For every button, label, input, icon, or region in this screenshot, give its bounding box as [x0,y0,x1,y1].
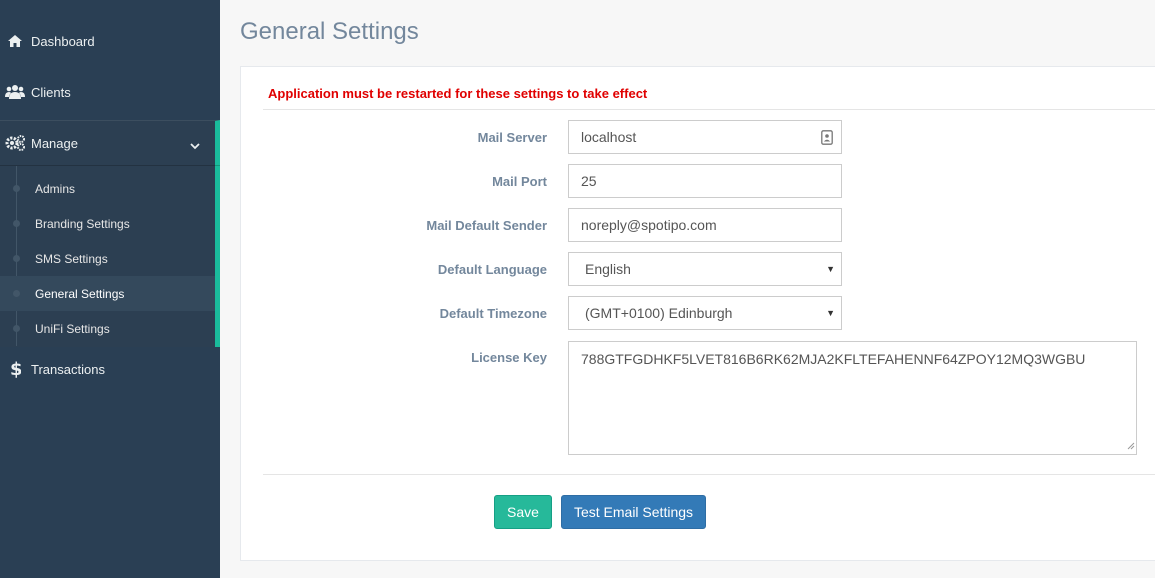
nav-clients[interactable]: Clients [0,67,220,117]
nav-transactions[interactable]: $ Transactions [0,344,220,394]
sidebar-item-branding-settings[interactable]: Branding Settings [0,206,215,241]
save-button[interactable]: Save [494,495,552,529]
dropdown-caret-icon: ▼ [826,264,835,274]
default-language-value: English [585,261,631,277]
mail-server-label: Mail Server [477,130,547,145]
license-key-label: License Key [471,350,547,365]
mail-server-value: localhost [581,129,637,145]
default-language-select[interactable]: English ▼ [568,252,842,286]
mail-default-sender-label: Mail Default Sender [426,218,547,233]
page-title: General Settings [240,18,419,45]
nav-manage-label: Manage [31,135,78,151]
default-timezone-label: Default Timezone [439,306,547,321]
mail-default-sender-input[interactable]: noreply@spotipo.com [568,208,842,242]
mail-port-value: 25 [581,173,597,189]
default-timezone-value: (GMT+0100) Edinburgh [585,305,733,321]
nav-dashboard-label: Dashboard [31,33,95,49]
chevron-down-icon [190,138,200,153]
settings-panel: Application must be restarted for these … [240,66,1155,561]
contact-card-icon[interactable] [821,130,833,148]
mail-port-label: Mail Port [492,174,547,189]
mail-default-sender-value: noreply@spotipo.com [581,217,717,233]
nav-clients-label: Clients [31,84,71,100]
sidebar-item-unifi-settings[interactable]: UniFi Settings [0,311,215,346]
bullet-icon [13,325,20,332]
default-language-label: Default Language [437,262,547,277]
manage-group: Manage Admins Branding Settings SMS Sett… [0,120,220,347]
sidebar-item-label: Branding Settings [35,216,130,231]
bullet-icon [13,290,20,297]
nav-transactions-label: Transactions [31,361,105,377]
sidebar-item-label: Admins [35,181,76,196]
sidebar-item-label: General Settings [35,286,125,301]
sidebar: Dashboard Clients Manage Admins Branding… [0,0,220,578]
resize-grip-icon[interactable] [1127,437,1135,453]
sidebar-item-general-settings[interactable]: General Settings [0,276,215,311]
users-icon [0,84,30,100]
license-key-value: 788GTFGDHKF5LVET816B6RK62MJA2KFLTEFAHENN… [581,351,1086,367]
svg-text:$: $ [10,359,21,379]
divider [263,109,1155,110]
test-email-settings-button[interactable]: Test Email Settings [561,495,706,529]
dollar-icon: $ [0,359,30,379]
bullet-icon [13,220,20,227]
divider [263,474,1155,475]
sidebar-item-label: SMS Settings [35,251,108,266]
sidebar-item-sms-settings[interactable]: SMS Settings [0,241,215,276]
nav-manage[interactable]: Manage [0,121,220,166]
sidebar-item-label: UniFi Settings [35,321,110,336]
mail-server-input[interactable]: localhost [568,120,842,154]
license-key-textarea[interactable]: 788GTFGDHKF5LVET816B6RK62MJA2KFLTEFAHENN… [568,341,1137,455]
dropdown-caret-icon: ▼ [826,308,835,318]
home-icon [0,34,30,48]
bullet-icon [13,255,20,262]
default-timezone-select[interactable]: (GMT+0100) Edinburgh ▼ [568,296,842,330]
gears-icon [0,135,30,151]
restart-warning: Application must be restarted for these … [268,86,648,101]
sidebar-item-admins[interactable]: Admins [0,171,215,206]
bullet-icon [13,185,20,192]
mail-port-input[interactable]: 25 [568,164,842,198]
nav-dashboard[interactable]: Dashboard [0,16,220,66]
